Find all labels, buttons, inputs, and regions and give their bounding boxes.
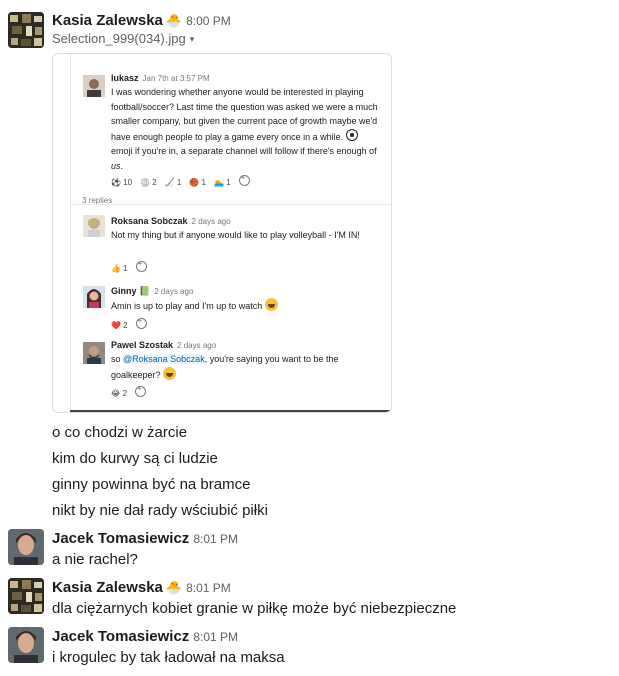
- divider: [70, 410, 390, 412]
- divider: [71, 204, 391, 205]
- avatar-ginny: [83, 286, 105, 308]
- avatar-roksana: [83, 215, 105, 237]
- message-text: dla ciężarnych kobiet granie w piłkę moż…: [52, 600, 457, 617]
- message-timestamp[interactable]: 8:01 PM: [186, 581, 231, 595]
- chevron-down-icon[interactable]: ▾: [190, 34, 195, 44]
- message-timestamp[interactable]: 8:01 PM: [193, 630, 238, 644]
- user-mention: @Roksana Sobczak: [123, 354, 205, 364]
- avatar-kasia[interactable]: [8, 578, 44, 614]
- message-timestamp[interactable]: 8:00 PM: [186, 14, 231, 28]
- grin-emoji-icon: [163, 366, 177, 380]
- message-text: a nie rachel?: [52, 551, 138, 568]
- avatar-pattern-icon: [8, 578, 44, 614]
- grin-emoji-icon: [264, 298, 278, 311]
- add-reaction-icon: [135, 316, 147, 329]
- status-emoji-icon: 🐣: [165, 13, 183, 28]
- status-emoji-icon: 🐣: [165, 580, 183, 595]
- reply-author: Pawel Szostak 2 days ago: [111, 340, 217, 350]
- file-name[interactable]: Selection_999(034).jpg ▾: [52, 31, 194, 46]
- message-text: ginny powinna być na bramce: [52, 476, 251, 493]
- message-author[interactable]: Jacek Tomasiewicz 8:01 PM: [52, 628, 238, 645]
- status-emoji-icon: 📗: [139, 286, 151, 296]
- reply-text: so @Roksana Sobczak, you're saying you w…: [111, 354, 339, 380]
- message-author[interactable]: Jacek Tomasiewicz 8:01 PM: [52, 530, 238, 547]
- reply-author: Roksana Sobczak 2 days ago: [111, 216, 231, 226]
- reply-author: Ginny 📗 2 days ago: [111, 286, 194, 296]
- message-text: kim do kurwy są ci ludzie: [52, 450, 218, 467]
- avatar-pattern-icon: [8, 12, 44, 48]
- message-author[interactable]: Kasia Zalewska 🐣 8:00 PM: [52, 12, 231, 29]
- add-reaction-icon: [135, 384, 147, 397]
- message-text: o co chodzi w żarcie: [52, 424, 188, 441]
- message-author[interactable]: Kasia Zalewska 🐣 8:01 PM: [52, 579, 231, 596]
- add-reaction-icon: [238, 173, 250, 186]
- soccer-ball-icon: [345, 128, 358, 141]
- message-text: i krogulec by tak ładował na maksa: [52, 649, 285, 666]
- avatar-jacek[interactable]: [8, 627, 44, 663]
- divider: [70, 54, 71, 412]
- post-author: lukasz Jan 7th at 3:57 PM: [111, 73, 210, 83]
- avatar-lukasz: [83, 75, 105, 97]
- reply-text: Amin is up to play and I'm up to watch: [111, 298, 376, 314]
- message-text: nikt by nie dał rady wściubić piłki: [52, 502, 268, 519]
- reply-reactions: 👍 1: [111, 259, 155, 273]
- post-text: I was wondering whether anyone would be …: [111, 87, 378, 171]
- post-reactions: ⚽ 10 🏐 2 🏑 1 🏀 1 🏊 1: [111, 173, 258, 187]
- add-reaction-icon: [135, 259, 147, 272]
- avatar-kasia[interactable]: [8, 12, 44, 48]
- image-attachment[interactable]: lukasz Jan 7th at 3:57 PM I was wondering…: [52, 53, 392, 413]
- avatar-photo-icon: [8, 627, 44, 663]
- reply-text: Not my thing but if anyone would like to…: [111, 230, 360, 240]
- reply-reactions: 😂 2: [111, 384, 154, 398]
- avatar-photo-icon: [8, 529, 44, 565]
- avatar-jacek[interactable]: [8, 529, 44, 565]
- reply-reactions: ❤️ 2: [111, 316, 155, 330]
- message-timestamp[interactable]: 8:01 PM: [193, 532, 238, 546]
- avatar-pawel: [83, 342, 105, 364]
